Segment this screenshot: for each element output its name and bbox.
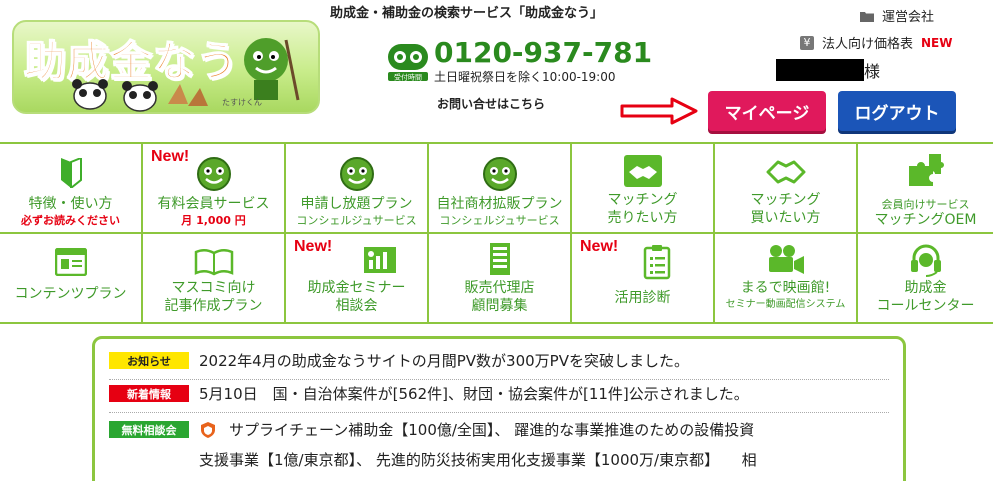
nav-sublabel: 必ずお読みください	[21, 214, 120, 227]
video-camera-icon	[768, 245, 804, 274]
nav-item-matching-buy[interactable]: マッチング 買いたい方	[715, 144, 858, 232]
nav-item-agency-recruit[interactable]: 販売代理店 顧問募集	[429, 234, 572, 324]
panda-illustration	[72, 79, 208, 112]
nav-item-sales-expansion-plan[interactable]: 自社商材拡販プラン コンシェルジュサービス	[429, 144, 572, 232]
nav-label-2: 記事作成プラン	[164, 298, 263, 314]
news-box: お知らせ 2022年4月の助成金なうサイトの月間PV数が300万PVを突破しまし…	[92, 336, 906, 481]
nav-item-matching-sell[interactable]: マッチング 売りたい方	[572, 144, 715, 232]
puzzle-icon	[908, 154, 944, 186]
open-book-icon	[194, 249, 233, 276]
nav-row-1: 特徴・使い方 必ずお読みください New! 有料会員サービス 月 1,000 円	[0, 144, 993, 234]
nav-label: 販売代理店	[464, 280, 535, 296]
nav-label: コンテンツプラン	[14, 286, 127, 302]
nav-sublabel: 月 1,000 円	[181, 214, 246, 227]
pricing-new-badge: NEW	[921, 35, 953, 50]
news-item[interactable]: 無料相談会 サプライチェーン補助金【100億/全国】、 躍進的な事業推進のための…	[109, 418, 889, 472]
divider	[109, 379, 889, 380]
nav-label-2: 買いたい方	[750, 210, 821, 226]
folder-icon	[860, 11, 874, 22]
user-suffix: 様	[864, 62, 881, 81]
company-link[interactable]: 運営会社	[860, 6, 934, 25]
pricing-link[interactable]: ¥ 法人向け価格表 NEW	[800, 33, 953, 52]
news-tag: お知らせ	[109, 352, 189, 369]
news-item[interactable]: 新着情報 5月10日 国・自治体案件が[562件]、財団・協会案件が[11件]公…	[109, 382, 889, 406]
headset-icon	[910, 244, 941, 277]
nav-item-press-article-plan[interactable]: マスコミ向け 記事作成プラン	[143, 234, 286, 324]
nav-label: 自社商材拡販プラン	[436, 196, 563, 212]
contact-link[interactable]: お問い合せはこちら	[437, 95, 545, 112]
yen-icon: ¥	[800, 35, 814, 50]
news-text: 2022年4月の助成金なうサイトの月間PV数が300万PVを突破しました。	[199, 352, 689, 370]
nav-label: マッチング	[750, 192, 821, 208]
nav-label: 助成金セミナー	[307, 280, 406, 296]
nav-label: 特徴・使い方	[28, 196, 113, 212]
nav-item-call-center[interactable]: 助成金 コールセンター	[858, 234, 993, 324]
nav-item-seminar[interactable]: New! 助成金セミナー 相談会	[286, 234, 429, 324]
phone-badge: 受付時間	[394, 73, 422, 82]
nav-label: 申請し放題プラン	[300, 196, 413, 212]
building-icon	[489, 243, 510, 275]
site-logo[interactable]: 助成金なう たすけくん	[12, 20, 320, 114]
nav-item-unlimited-plan[interactable]: 申請し放題プラン コンシェルジュサービス	[286, 144, 429, 232]
nav-label-2: コールセンター	[876, 298, 975, 314]
nav-item-paid-membership[interactable]: New! 有料会員サービス 月 1,000 円	[143, 144, 286, 232]
nav-label: 助成金	[904, 280, 947, 296]
redacted-username	[776, 59, 864, 81]
new-badge: New!	[151, 148, 190, 165]
pricing-link-label: 法人向け価格表	[822, 37, 914, 52]
main-nav: 特徴・使い方 必ずお読みください New! 有料会員サービス 月 1,000 円	[0, 142, 993, 324]
nav-item-matching-oem[interactable]: 会員向けサービス マッチングOEM	[858, 144, 993, 232]
phone-number[interactable]: 0120-937-781	[434, 36, 652, 69]
nav-item-video-theater[interactable]: まるで映画館! セミナー動画配信システム	[715, 234, 858, 324]
nav-label-2: マッチングOEM	[874, 212, 977, 228]
nav-row-2: コンテンツプラン マスコミ向け 記事作成プラン New! 助成金セミナー 相談会	[0, 234, 993, 324]
nav-label: 有料会員サービス	[157, 196, 270, 212]
beginner-mark-icon	[60, 158, 82, 188]
clipboard-icon	[643, 245, 671, 280]
nav-label-2: 相談会	[335, 298, 378, 314]
news-tag: 新着情報	[109, 385, 189, 402]
news-tag: 無料相談会	[109, 421, 189, 438]
mascot-face-icon	[482, 157, 517, 191]
mascot-face-icon	[339, 157, 374, 191]
shield-badge-icon	[201, 422, 215, 438]
presentation-icon	[364, 247, 396, 273]
site-title: 助成金・補助金の検索サービス「助成金なう」	[330, 6, 604, 21]
news-text: 5月10日 国・自治体案件が[562件]、財団・協会案件が[11件]公示されまし…	[199, 385, 749, 403]
nav-label: まるで映画館!	[740, 280, 831, 296]
new-badge: New!	[294, 238, 333, 255]
divider	[109, 412, 889, 413]
handshake-icon	[623, 155, 662, 187]
nav-sublabel: コンシェルジュサービス	[296, 214, 417, 227]
nav-label-2: 顧問募集	[471, 298, 528, 314]
new-badge: New!	[580, 238, 619, 255]
nav-item-diagnosis[interactable]: New! 活用診断	[572, 234, 715, 324]
news-text: サプライチェーン補助金【100億/全国】、 躍進的な事業推進のための設備投資	[199, 418, 757, 442]
nav-label: 会員向けサービス	[881, 198, 970, 211]
news-item[interactable]: お知らせ 2022年4月の助成金なうサイトの月間PV数が300万PVを突破しまし…	[109, 349, 889, 373]
nav-sublabel: コンシェルジュサービス	[439, 214, 560, 227]
nav-label: マスコミ向け	[171, 280, 256, 296]
handshake-icon	[766, 160, 805, 184]
free-dial-icon: 受付時間	[388, 44, 428, 82]
nav-label: 活用診断	[614, 290, 671, 306]
mypage-button[interactable]: マイページ	[708, 91, 826, 131]
logout-button[interactable]: ログアウト	[838, 91, 956, 131]
mascot-face-icon	[196, 157, 231, 191]
nav-label-2: 売りたい方	[607, 210, 678, 226]
news-text-line-2: 支援事業【1億/東京都】、 先進的防災技術実用化支援事業【1000万/東京都】 …	[199, 451, 757, 469]
company-link-label: 運営会社	[882, 10, 935, 25]
logo-caption: たすけくん	[222, 98, 262, 107]
nav-item-features[interactable]: 特徴・使い方 必ずお読みください	[0, 144, 143, 232]
user-name: 様	[776, 58, 880, 82]
nav-label: マッチング	[607, 192, 678, 208]
browser-window-icon	[54, 248, 87, 276]
nav-item-content-plan[interactable]: コンテンツプラン	[0, 234, 143, 324]
news-text-line-1: サプライチェーン補助金【100億/全国】、 躍進的な事業推進のための設備投資	[229, 421, 755, 439]
phone-hours: 土日曜祝祭日を除く10:00-19:00	[434, 70, 616, 84]
nav-label-2: セミナー動画配信システム	[725, 299, 846, 310]
arrow-right-icon	[620, 97, 698, 125]
